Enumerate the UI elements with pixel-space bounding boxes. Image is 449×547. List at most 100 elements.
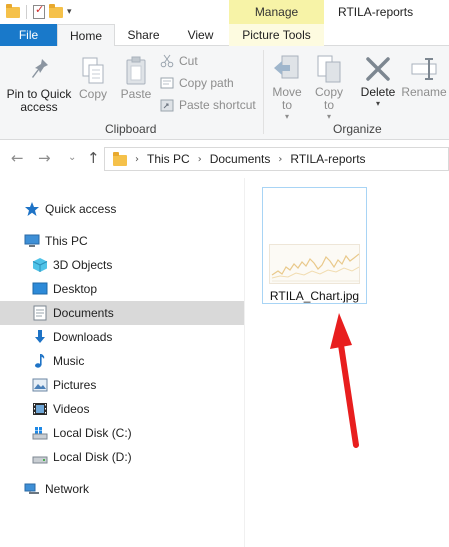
copy-button[interactable]: Copy: [76, 56, 110, 101]
nav-label-quick-access: Quick access: [45, 202, 117, 216]
chart-thumbnail: [269, 244, 360, 284]
move-to-dropdown-icon: ▾: [284, 112, 289, 121]
new-folder-icon[interactable]: [49, 3, 63, 18]
qat-divider: [26, 5, 27, 19]
nav-label-local-disk-d: Local Disk (D:): [53, 450, 132, 464]
file-item[interactable]: RTILA_Chart.jpg: [262, 187, 367, 304]
window-title: RTILA-reports: [338, 5, 414, 19]
paste-icon: [126, 56, 146, 85]
folder-icon: [6, 3, 20, 18]
nav-item-quick-access[interactable]: Quick access: [0, 197, 244, 221]
navigation-pane: Quick access This PC 3D Objects Desktop …: [0, 178, 244, 547]
customize-qat-icon[interactable]: ▾: [67, 7, 72, 17]
paste-shortcut-label: Paste shortcut: [179, 98, 256, 112]
windows-drive-icon: [32, 425, 48, 441]
download-arrow-icon: [32, 329, 48, 345]
pictures-icon: [32, 377, 48, 393]
nav-label-music: Music: [53, 354, 85, 368]
breadcrumb-documents[interactable]: Documents: [210, 152, 271, 166]
music-note-icon: [32, 353, 48, 369]
nav-item-desktop[interactable]: Desktop: [0, 277, 244, 301]
cube-icon: [32, 257, 48, 273]
copy-to-button[interactable]: Copy to ▾: [310, 54, 348, 123]
nav-item-music[interactable]: Music: [0, 349, 244, 373]
breadcrumb-rtila-reports[interactable]: RTILA-reports: [290, 152, 365, 166]
address-bar[interactable]: › This PC › Documents › RTILA-reports: [104, 147, 449, 171]
nav-item-pictures[interactable]: Pictures: [0, 373, 244, 397]
paste-shortcut-icon: [160, 99, 174, 112]
nav-item-3d-objects[interactable]: 3D Objects: [0, 253, 244, 277]
title-bar: ▾ Manage RTILA-reports: [0, 0, 449, 24]
paste-shortcut-button[interactable]: Paste shortcut: [160, 98, 256, 112]
tab-manage: Manage: [229, 0, 324, 24]
address-row: ← → ⌄ ↑ › This PC › Documents › RTILA-re…: [0, 140, 449, 178]
nav-item-network[interactable]: Network: [0, 477, 244, 501]
nav-label-3d-objects: 3D Objects: [53, 258, 113, 272]
computer-icon: [24, 233, 40, 249]
tab-view[interactable]: View: [172, 24, 229, 46]
pin-to-quick-access-button[interactable]: Pin to Quick access: [4, 56, 74, 114]
nav-label-pictures: Pictures: [53, 378, 97, 392]
paste-label: Paste: [120, 87, 152, 101]
up-arrow-icon[interactable]: ↑: [87, 149, 100, 167]
quick-access-toolbar: ▾: [0, 0, 72, 24]
cut-label: Cut: [179, 54, 198, 68]
nav-label-desktop: Desktop: [53, 282, 98, 296]
nav-label-downloads: Downloads: [53, 330, 113, 344]
nav-label-network: Network: [45, 482, 90, 496]
copy-icon: [82, 57, 104, 84]
file-name-label: RTILA_Chart.jpg: [269, 289, 360, 303]
breadcrumb-separator: ›: [278, 153, 283, 165]
nav-item-this-pc[interactable]: This PC: [0, 229, 244, 253]
network-icon: [24, 481, 40, 497]
organize-group-label: Organize: [333, 122, 382, 136]
breadcrumb-this-pc[interactable]: This PC: [147, 152, 190, 166]
copy-to-dropdown-icon: ▾: [326, 112, 331, 121]
rename-icon: [411, 58, 437, 80]
tab-share[interactable]: Share: [115, 24, 172, 46]
nav-label-local-disk-c: Local Disk (C:): [53, 426, 132, 440]
nav-label-this-pc: This PC: [45, 234, 88, 248]
delete-x-icon: [366, 57, 390, 81]
nav-item-documents[interactable]: Documents: [0, 301, 244, 325]
address-folder-icon: [113, 152, 127, 166]
nav-item-local-disk-d[interactable]: Local Disk (D:): [0, 445, 244, 469]
nav-label-documents: Documents: [53, 306, 114, 320]
back-arrow-icon[interactable]: ←: [11, 149, 24, 167]
documents-icon: [32, 305, 48, 321]
desktop-icon: [32, 281, 48, 297]
annotation-arrow: [330, 313, 359, 448]
film-icon: [32, 401, 48, 417]
pane-divider[interactable]: [244, 178, 245, 547]
breadcrumb-separator: ›: [135, 153, 139, 165]
nav-item-local-disk-c[interactable]: Local Disk (C:): [0, 421, 244, 445]
nav-item-downloads[interactable]: Downloads: [0, 325, 244, 349]
properties-icon[interactable]: [33, 3, 45, 19]
scissors-icon: [160, 54, 174, 68]
copy-path-icon: [160, 77, 174, 89]
copy-to-icon: [317, 55, 341, 83]
rename-button[interactable]: Rename: [401, 54, 447, 99]
recent-locations-icon[interactable]: ⌄: [68, 152, 76, 163]
tab-home[interactable]: Home: [57, 24, 115, 47]
pin-label: Pin to Quick access: [6, 87, 72, 114]
cut-button[interactable]: Cut: [160, 54, 198, 68]
delete-button[interactable]: Delete ▾: [358, 54, 398, 110]
move-to-label: Move to: [272, 85, 302, 112]
move-to-button[interactable]: Move to ▾: [268, 54, 306, 123]
rename-label: Rename: [401, 85, 447, 99]
star-icon: [24, 201, 40, 217]
tab-picture-tools[interactable]: Picture Tools: [229, 24, 324, 46]
clipboard-group-label: Clipboard: [105, 122, 157, 136]
copy-path-button[interactable]: Copy path: [160, 76, 234, 90]
pin-icon: [32, 59, 48, 78]
move-to-icon: [274, 55, 299, 79]
nav-label-videos: Videos: [53, 402, 90, 416]
breadcrumb-separator: ›: [197, 153, 202, 165]
forward-arrow-icon[interactable]: →: [38, 149, 51, 167]
tab-file[interactable]: File: [0, 24, 57, 46]
nav-item-videos[interactable]: Videos: [0, 397, 244, 421]
copy-label: Copy: [78, 87, 107, 101]
ribbon-group-divider: [263, 50, 264, 134]
paste-button[interactable]: Paste: [118, 56, 154, 101]
